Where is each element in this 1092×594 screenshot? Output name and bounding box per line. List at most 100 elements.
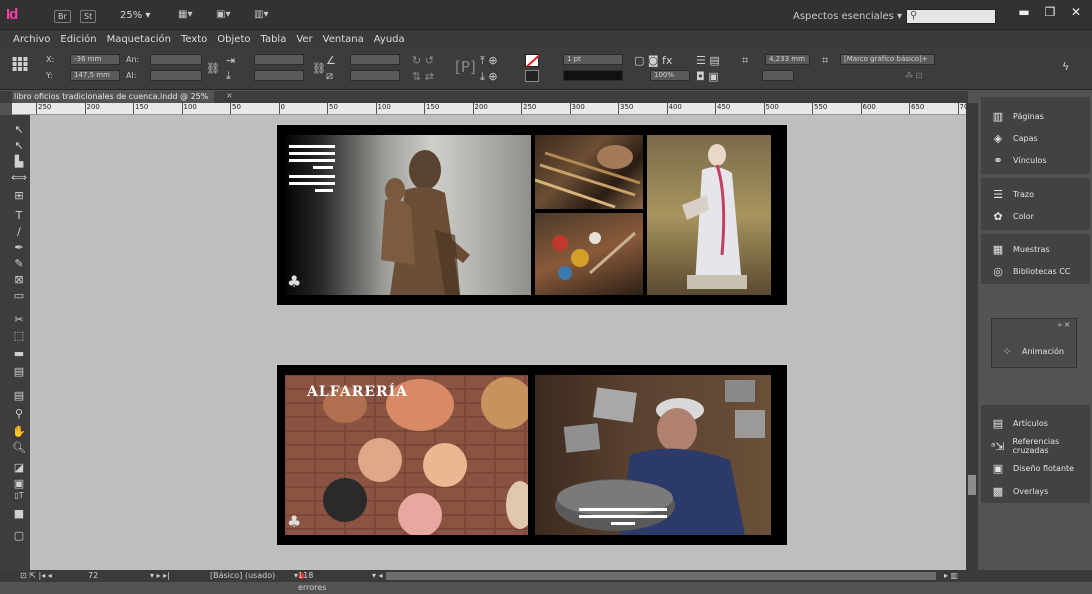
pencil-tool-icon[interactable]: ✎ [11, 257, 27, 271]
arrange-documents-icon[interactable]: ▥▾ [254, 9, 276, 23]
fitting-icon[interactable]: ⌗ [742, 54, 748, 68]
menu-tabla[interactable]: Tabla [261, 34, 287, 45]
layers-panel-tab[interactable]: ◈ Capas [991, 130, 1038, 146]
articles-panel-tab[interactable]: ▤ Artículos [991, 415, 1048, 431]
eyedropper-tool-icon[interactable]: ⚲ [11, 407, 27, 421]
painted-virgin-statue-photo[interactable] [647, 135, 771, 295]
stroke-color-swatch[interactable] [525, 54, 539, 67]
rotate-icon[interactable]: ↻ ↺ [412, 54, 434, 67]
menu-archivo[interactable]: Archivo [13, 34, 50, 45]
gradient-tool-icon[interactable]: ▬ [11, 347, 27, 361]
document-tab[interactable]: libro oficios tradicionales de cuenca.in… [12, 91, 215, 103]
next-page-icon[interactable]: ▾ ▸ ▸| [150, 570, 170, 582]
page-number-field[interactable]: 72 [88, 570, 98, 582]
gap-tool-icon[interactable]: ⟺ [11, 171, 27, 185]
vertical-scrollbar[interactable] [966, 103, 978, 570]
frame-options-icon[interactable]: ▢ ◙ fx [634, 54, 672, 67]
menu-ayuda[interactable]: Ayuda [374, 34, 405, 45]
stock-button[interactable]: St [80, 10, 97, 23]
view-options-icon[interactable]: ▦▾ [178, 9, 200, 23]
liquid-layout-panel-tab[interactable]: ▣ Diseño flotante [991, 460, 1074, 476]
zoom-level-select[interactable]: 25% ▾ [120, 10, 150, 21]
screen-mode-normal-icon[interactable]: ▢ [11, 529, 27, 543]
page-navigation-icon[interactable]: ⊡ ⇱ |◂ ◂ [20, 570, 52, 582]
free-transform-tool-icon[interactable]: ⬚ [11, 329, 27, 343]
cc-libraries-panel-tab[interactable]: ◎ Bibliotecas CC [991, 263, 1070, 279]
swatches-panel-tab[interactable]: ▦ Muestras [991, 241, 1050, 257]
rectangle-frame-tool-icon[interactable]: ⊠ [11, 273, 27, 287]
apply-color-icon[interactable]: ■ [11, 507, 27, 521]
help-search-input[interactable]: ⚲ [906, 9, 996, 24]
close-icon[interactable]: × [226, 91, 233, 100]
quick-apply-icon[interactable]: ⁂ ⊡ [905, 71, 922, 80]
selection-tool-icon[interactable]: ↖ [11, 123, 27, 137]
text-frame-icon[interactable]: [P] [455, 58, 476, 76]
paint-palette-photo[interactable] [535, 213, 643, 295]
menu-edicion[interactable]: Edición [60, 34, 96, 45]
restore-button[interactable]: ❐ [1038, 4, 1062, 22]
spread-2[interactable]: ALFARERÍA ♣ [277, 365, 787, 545]
flip-icon[interactable]: ⇅ ⇄ [412, 70, 434, 83]
object-style-select[interactable]: [Marco gráfico básico]+ [840, 54, 935, 65]
gradient-feather-tool-icon[interactable]: ▤ [11, 365, 27, 379]
type-tool-icon[interactable]: T [11, 209, 27, 223]
horizontal-scrollbar[interactable] [386, 572, 936, 580]
align-icon[interactable]: ◘ ▣ [696, 70, 719, 83]
overlays-panel-tab[interactable]: ▩ Overlays [991, 483, 1048, 499]
menu-ver[interactable]: Ver [296, 34, 312, 45]
formatting-affects-text-icon[interactable]: ▯T [11, 489, 27, 503]
menu-texto[interactable]: Texto [181, 34, 207, 45]
page-tool-icon[interactable]: ▙ [11, 155, 27, 169]
opacity-field[interactable]: 100% [650, 70, 690, 81]
y-position-field[interactable]: 147,5 mm [70, 70, 120, 81]
fill-stroke-swap-icon[interactable]: ◪ [11, 461, 27, 475]
stroke-type-select[interactable] [563, 70, 623, 81]
preflight-menu-icon[interactable]: ▾ ◂ [372, 570, 383, 582]
x-position-field[interactable]: -36 mm [70, 54, 120, 65]
pages-panel-tab[interactable]: ▥ Páginas [991, 108, 1044, 124]
potter-portrait-photo[interactable] [535, 375, 771, 535]
carving-tools-photo[interactable] [535, 135, 643, 209]
fill-color-swatch[interactable] [525, 70, 539, 82]
corner-shape-select[interactable] [762, 70, 794, 81]
bridge-button[interactable]: Br [54, 10, 71, 23]
animation-panel-tab[interactable]: ⁘ Animación [1000, 343, 1064, 359]
scroll-right-icon[interactable]: ▸ ▥ [944, 570, 958, 582]
pen-tool-icon[interactable]: ✒ [11, 241, 27, 255]
shear-angle-field[interactable] [350, 70, 400, 81]
stroke-panel-tab[interactable]: ☰ Trazo [991, 186, 1034, 202]
workspace-switcher[interactable]: Aspectos esenciales ▾ [793, 11, 902, 22]
style-status[interactable]: [Básico] (usado) [210, 570, 275, 582]
spread-1[interactable]: ♣ [277, 125, 787, 305]
vertical-scroll-thumb[interactable] [968, 475, 976, 495]
menu-objeto[interactable]: Objeto [217, 34, 250, 45]
color-panel-tab[interactable]: ✿ Color [991, 208, 1034, 224]
rotation-angle-field[interactable] [350, 54, 400, 65]
line-tool-icon[interactable]: ∕ [11, 225, 27, 239]
hand-tool-icon[interactable]: ✋ [11, 425, 27, 439]
links-panel-tab[interactable]: ⚭ Vínculos [991, 152, 1046, 168]
text-wrap-icon[interactable]: ☰ ▤ [696, 54, 720, 67]
scale-link-icon[interactable]: ⛓ [312, 62, 326, 75]
stroke-weight-field[interactable]: 1 pt [563, 54, 623, 65]
menu-maquetacion[interactable]: Maquetación [107, 34, 171, 45]
reference-point-icon[interactable]: ▪▪▪ ▪▪▪ ▪▪▪ [12, 55, 28, 73]
quick-apply-lightning-icon[interactable]: ϟ [1062, 60, 1069, 73]
scale-x-field[interactable] [254, 54, 304, 65]
minimize-button[interactable]: ▬ [1012, 4, 1036, 22]
chapter-title[interactable]: ALFARERÍA [307, 384, 408, 400]
select-content-icon[interactable]: ⤓ ⊕ [480, 70, 498, 84]
preflight-status[interactable]: ▾ ● 118 errores [294, 570, 326, 592]
wooden-virgin-sculpture-photo[interactable]: ♣ [285, 135, 531, 295]
width-field[interactable] [150, 54, 202, 65]
fitting-value-field[interactable]: 4,233 mm [765, 54, 810, 65]
height-field[interactable] [150, 70, 202, 81]
zoom-tool-icon[interactable]: 🔍︎ [11, 441, 27, 455]
content-collector-icon[interactable]: ⊞ [11, 189, 27, 203]
pasteboard[interactable]: ♣ ALFARERÍA ♣ [30, 115, 966, 570]
direct-selection-tool-icon[interactable]: ↖ [11, 139, 27, 153]
cross-references-panel-tab[interactable]: ᵃ⇲ Referencias cruzadas [991, 437, 1090, 455]
scissors-tool-icon[interactable]: ✂ [11, 313, 27, 327]
rectangle-tool-icon[interactable]: ▭ [11, 289, 27, 303]
pottery-wall-photo[interactable]: ALFARERÍA ♣ [285, 375, 528, 535]
